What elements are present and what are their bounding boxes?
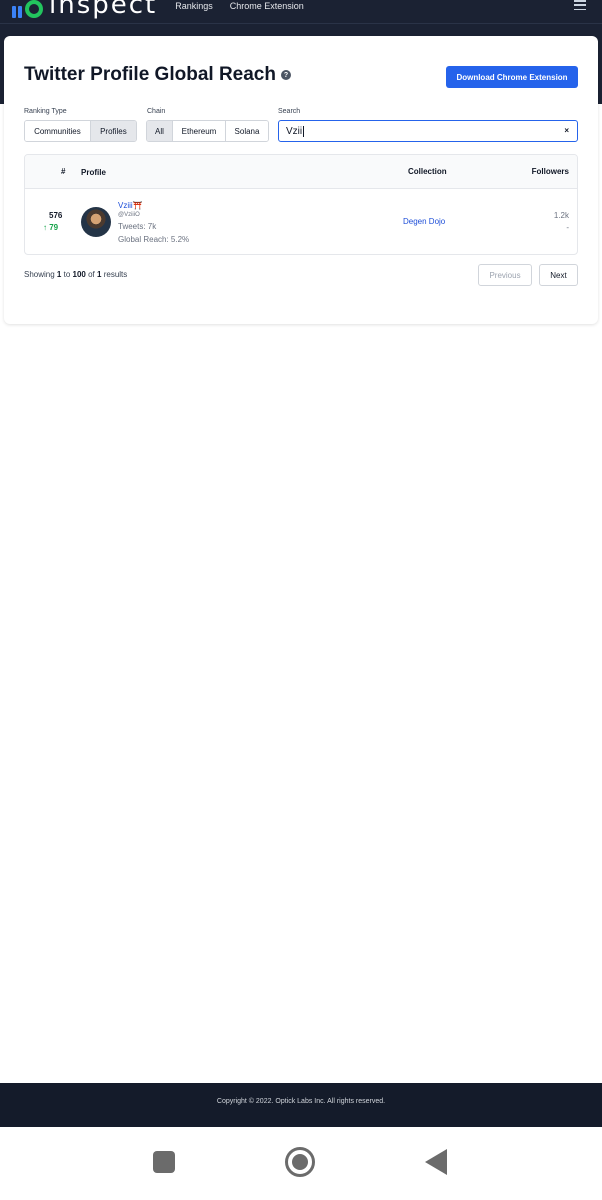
chain-toggle: All Ethereum Solana — [146, 120, 269, 142]
previous-button[interactable]: Previous — [478, 264, 532, 286]
nav-link-rankings[interactable]: Rankings — [175, 1, 213, 11]
results-to: 100 — [72, 270, 86, 279]
search-label: Search — [278, 108, 301, 115]
ranking-type-toggle: Communities Profiles — [24, 120, 137, 142]
copyright-text: Copyright © 2022. Optick Labs Inc. All r… — [216, 1097, 386, 1105]
profile-name[interactable]: Vziii⛩️ — [118, 201, 143, 210]
logo-text: inspect — [49, 0, 158, 20]
followers-change: - — [566, 223, 569, 232]
ranking-type-profiles[interactable]: Profiles — [90, 121, 136, 141]
hamburger-menu-icon[interactable] — [574, 0, 586, 10]
nav-bar: inspect Rankings Chrome Extension — [0, 0, 602, 24]
search-input[interactable]: Vzii × — [278, 120, 578, 142]
ranking-type-communities[interactable]: Communities — [25, 121, 91, 141]
back-icon[interactable] — [425, 1149, 447, 1175]
results-summary: Showing 1 to 100 of 1 results — [24, 270, 127, 279]
chain-label: Chain — [147, 108, 166, 115]
table-header: # Profile Collection Followers — [25, 155, 577, 189]
table-row[interactable]: 576 ↑ 79 Vziii⛩️ @VziiiO Tweets: 7k Glob… — [25, 189, 577, 254]
help-icon[interactable]: ? — [280, 70, 291, 80]
arrow-up-icon: ↑ — [43, 223, 47, 232]
rankings-table: # Profile Collection Followers 576 ↑ 79 … — [24, 154, 578, 255]
followers-count: 1.2k — [553, 211, 569, 220]
results-total: 1 — [97, 270, 102, 279]
header-collection: Collection — [408, 167, 447, 176]
showing-prefix: Showing — [24, 270, 55, 279]
collection-link[interactable]: Degen Dojo — [403, 217, 445, 226]
row-rank: 576 — [49, 211, 63, 220]
page-title-text: Twitter Profile Global Reach — [24, 64, 276, 85]
text-cursor — [303, 125, 305, 137]
header-rank: # — [61, 167, 66, 176]
clear-search-icon[interactable]: × — [564, 126, 569, 135]
profile-handle: @VziiiO — [118, 212, 140, 218]
results-word: results — [103, 270, 128, 279]
header-profile: Profile — [81, 168, 106, 177]
rankings-card: Twitter Profile Global Reach ? Download … — [4, 36, 598, 324]
next-button[interactable]: Next — [539, 264, 578, 286]
nav-link-chrome-extension[interactable]: Chrome Extension — [230, 1, 304, 11]
ranking-type-label: Ranking Type — [24, 108, 67, 115]
row-rank-change: ↑ 79 — [43, 223, 58, 232]
home-icon[interactable] — [285, 1147, 315, 1177]
results-from: 1 — [56, 270, 62, 279]
rank-change-value: 79 — [49, 223, 59, 232]
profile-tweets: Tweets: 7k — [118, 222, 157, 231]
chain-solana[interactable]: Solana — [226, 121, 268, 141]
header-followers: Followers — [531, 167, 569, 176]
chain-all[interactable]: All — [147, 121, 173, 141]
avatar[interactable] — [81, 207, 111, 237]
page-title: Twitter Profile Global Reach ? — [24, 64, 291, 86]
recent-apps-icon[interactable] — [153, 1151, 175, 1173]
search-input-value: Vzii — [286, 125, 303, 137]
android-navigation-bar — [0, 1127, 602, 1200]
footer: Copyright © 2022. Optick Labs Inc. All r… — [0, 1083, 602, 1127]
chain-ethereum[interactable]: Ethereum — [173, 121, 226, 141]
inspect-logo[interactable]: inspect — [12, 0, 157, 24]
download-chrome-extension-button[interactable]: Download Chrome Extension — [446, 66, 578, 88]
logo-mark-icon — [12, 0, 43, 18]
profile-global-reach: Global Reach: 5.2% — [118, 235, 190, 244]
to-word: to — [63, 270, 71, 279]
of-word: of — [88, 270, 95, 279]
